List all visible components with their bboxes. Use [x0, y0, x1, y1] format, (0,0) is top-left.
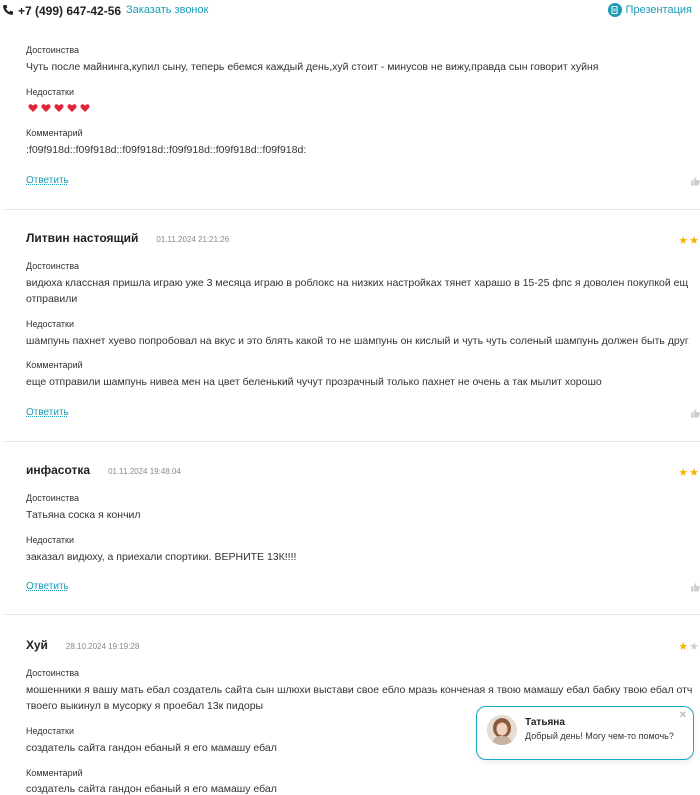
heart-icon	[67, 104, 77, 112]
comment-text: :f09f918d::f09f918d::f09f918d::f09f918d:…	[26, 144, 307, 156]
cons-hearts	[28, 103, 90, 113]
review-date: 01.11.2024 21:21:26	[156, 235, 230, 244]
star-icon: ★	[678, 467, 690, 479]
star-icon: ★	[689, 235, 700, 247]
review-divider	[4, 614, 700, 615]
callback-link[interactable]: Заказать звонок	[126, 4, 208, 16]
review-header: Литвин настоящий 01.11.2024 21:21:26	[26, 231, 229, 245]
cons-label: Недостатки	[26, 535, 74, 545]
phone-number[interactable]: +7 (499) 647-42-56	[18, 4, 121, 18]
pros-text: Татьяна соска я кончил	[26, 509, 141, 521]
thumbs-up-icon[interactable]	[690, 582, 700, 592]
rating-stars: ★★	[678, 640, 700, 653]
cons-label: Недостатки	[26, 319, 74, 329]
reply-link[interactable]: Ответить	[26, 175, 69, 186]
cons-text: заказал видюху, а приехали спортики. ВЕР…	[26, 551, 297, 563]
cons-text: создатель сайта гандон ебаный я его мама…	[26, 742, 277, 754]
comment-label: Комментарий	[26, 128, 83, 138]
thumbs-up-icon[interactable]	[690, 176, 700, 186]
review-header: Хуй 28.10.2024 19:19:28	[26, 638, 139, 652]
pros-text-cont: твоего выкинул в мусорку я проебал 13к п…	[26, 700, 264, 712]
rating-stars: ★★	[678, 466, 700, 479]
review-divider	[4, 209, 700, 210]
comment-text: еще отправили шампунь нивеа мен на цвет …	[26, 376, 602, 388]
thumbs-up-icon[interactable]	[690, 408, 700, 418]
chat-widget[interactable]: Татьяна Добрый день! Могу чем-то помочь?…	[476, 706, 694, 760]
cons-label: Недостатки	[26, 726, 74, 736]
review-author: Хуй	[26, 638, 48, 652]
comment-label: Комментарий	[26, 360, 83, 370]
heart-icon	[80, 104, 90, 112]
rating-stars: ★★	[678, 234, 700, 247]
avatar	[487, 715, 517, 745]
star-icon: ★	[678, 641, 690, 653]
heart-icon	[28, 104, 38, 112]
chat-agent-name: Татьяна	[525, 717, 565, 728]
cons-label: Недостатки	[26, 87, 74, 97]
pros-text: Чуть после майнинга,купил сыну, теперь е…	[26, 61, 599, 73]
comment-label: Комментарий	[26, 768, 83, 778]
heart-icon	[41, 104, 51, 112]
chat-message: Добрый день! Могу чем-то помочь?	[525, 731, 674, 741]
pros-text-cont: отправили	[26, 293, 78, 305]
cons-text: шампунь пахнет хуево попробовал на вкус …	[26, 335, 689, 347]
presentation-link[interactable]: Презентация	[607, 3, 692, 17]
close-icon[interactable]: ✕	[679, 710, 687, 721]
review-author: инфасотка	[26, 463, 91, 477]
pros-text: видюха классная пришла играю уже 3 месяц…	[26, 277, 689, 289]
review-author: Литвин настоящий	[26, 231, 139, 245]
pros-label: Достоинства	[26, 493, 80, 503]
reply-link[interactable]: Ответить	[26, 407, 69, 418]
top-bar: +7 (499) 647-42-56 Заказать звонок Презе…	[0, 0, 700, 22]
presentation-label: Презентация	[625, 4, 692, 16]
reply-link[interactable]: Ответить	[26, 581, 69, 592]
review-date: 28.10.2024 19:19:28	[65, 642, 140, 651]
heart-icon	[54, 104, 64, 112]
document-icon	[607, 3, 622, 17]
pros-label: Достоинства	[26, 668, 80, 678]
phone-icon	[3, 5, 14, 15]
star-icon: ★	[689, 641, 700, 653]
review-divider	[4, 441, 700, 442]
star-icon: ★	[689, 467, 700, 479]
pros-text: мошенники я вашу мать ебал создатель сай…	[26, 684, 693, 696]
pros-label: Достоинства	[26, 261, 80, 271]
comment-text: создатель сайта гандон ебаный я его мама…	[26, 783, 277, 795]
review-header: инфасотка 01.11.2024 19:48:04	[26, 463, 181, 477]
star-icon: ★	[678, 235, 690, 247]
pros-label: Достоинства	[26, 45, 80, 55]
review-date: 01.11.2024 19:48:04	[108, 467, 181, 476]
